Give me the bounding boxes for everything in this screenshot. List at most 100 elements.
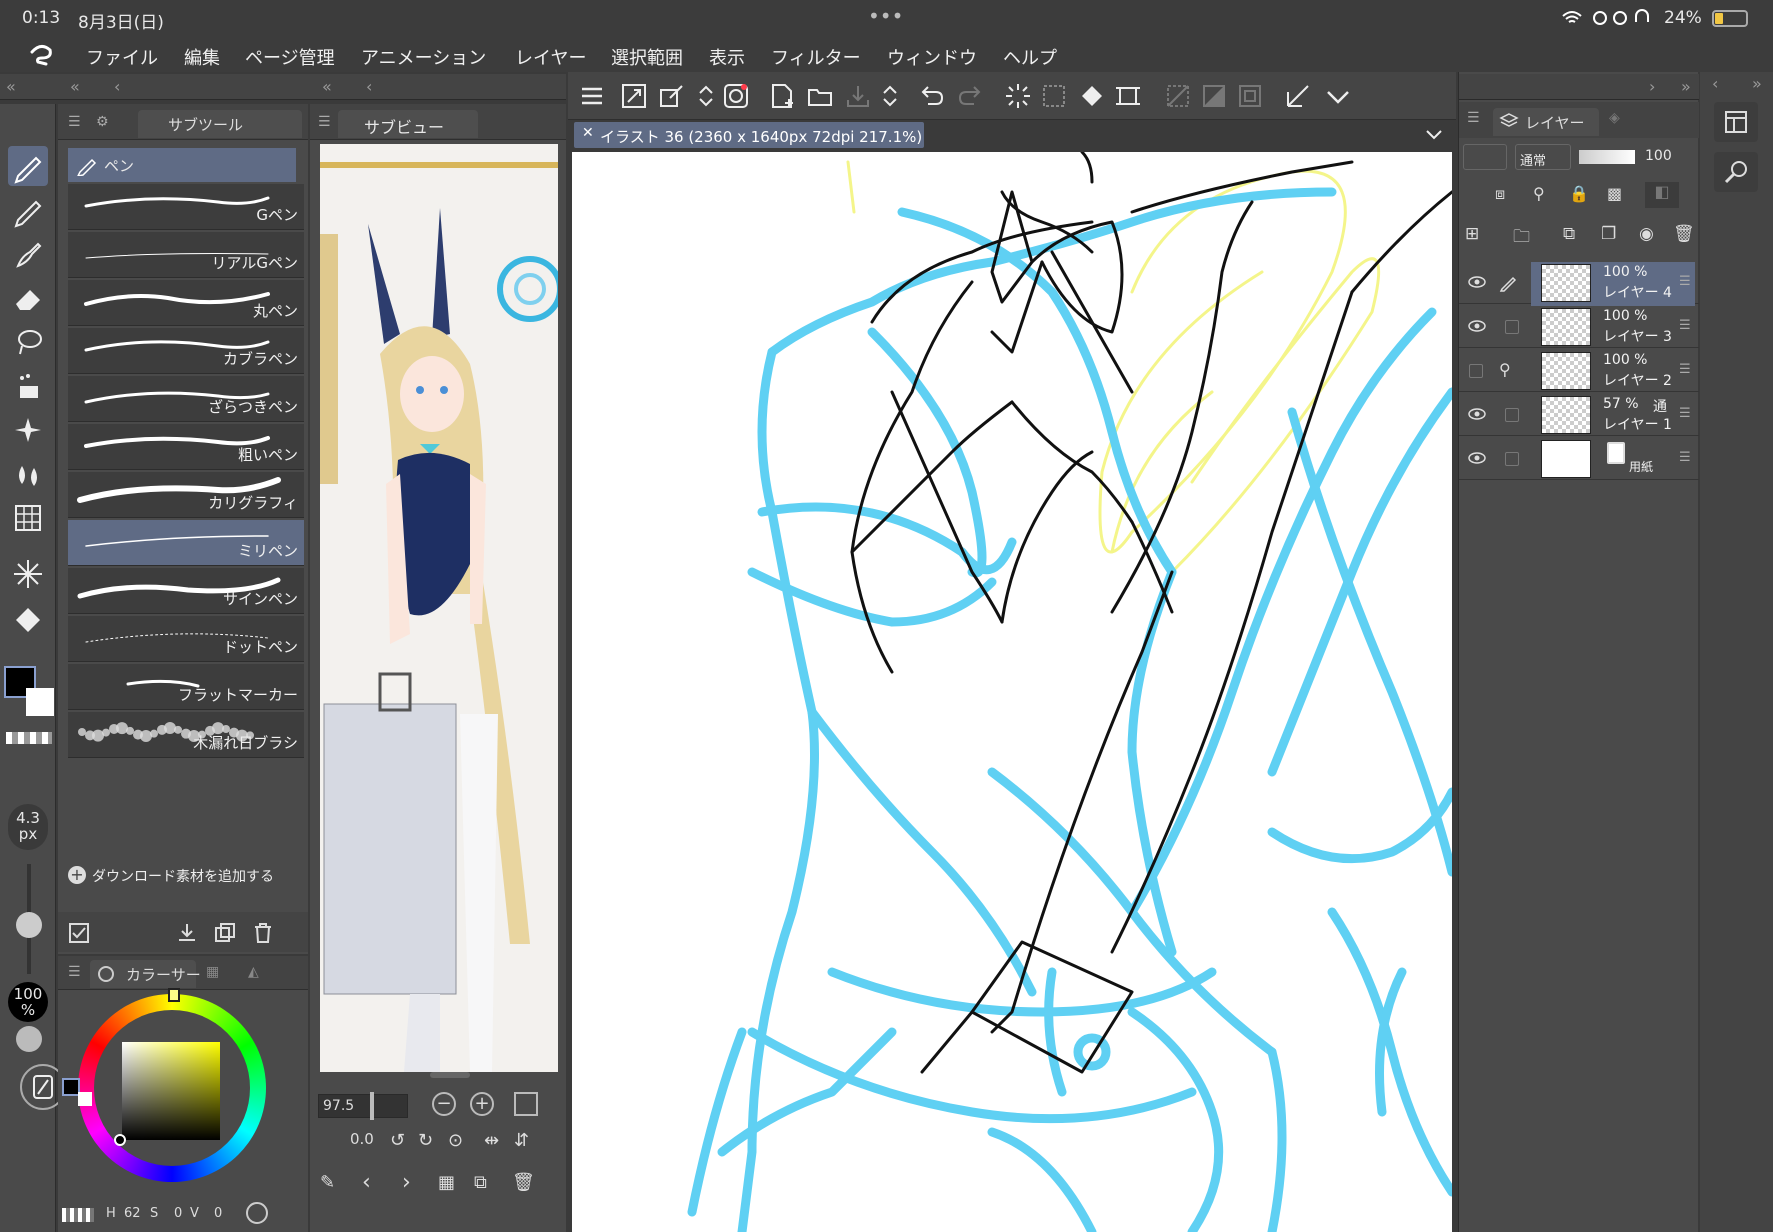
- layer-row[interactable]: 用紙 ☰: [1459, 436, 1699, 480]
- fit-canvas-icon[interactable]: [620, 82, 648, 110]
- crop-icon[interactable]: [1114, 82, 1142, 110]
- color-picker-marker[interactable]: [114, 1134, 126, 1146]
- layer-drag-handle-icon[interactable]: ☰: [1679, 274, 1691, 289]
- eye-icon[interactable]: [1467, 272, 1487, 292]
- zoom-input[interactable]: 97.5: [318, 1094, 408, 1118]
- menu-selection[interactable]: 選択範囲: [611, 44, 683, 70]
- visibility-toggle[interactable]: [1469, 364, 1483, 378]
- menu-icon[interactable]: [578, 82, 606, 110]
- panel-menu-icon[interactable]: ☰: [68, 114, 81, 130]
- document-tab[interactable]: ✕ イラスト 36 (2360 x 1640px 72dpi 217.1%): [574, 122, 924, 148]
- clip-layer-icon[interactable]: ⧈: [1495, 184, 1505, 204]
- edit-target-checkbox[interactable]: [1505, 320, 1519, 334]
- opacity-slider-thumb[interactable]: [16, 1026, 42, 1052]
- import-icon[interactable]: [176, 922, 198, 944]
- layer-color-dropdown[interactable]: [1463, 144, 1507, 170]
- sparkle-tool[interactable]: [8, 410, 48, 450]
- flip-horizontal-icon[interactable]: ⇹: [484, 1130, 499, 1151]
- reference-image[interactable]: [320, 144, 558, 1072]
- save-icon[interactable]: [844, 82, 872, 110]
- search-icon[interactable]: [1714, 152, 1758, 192]
- layer-row[interactable]: ⚲ 100 % レイヤー 2 ☰: [1459, 348, 1699, 392]
- menu-page[interactable]: ページ管理: [245, 44, 335, 70]
- sub-color-chip[interactable]: [78, 1092, 92, 1106]
- multitask-dots[interactable]: •••: [868, 4, 903, 28]
- collapse-right-icon[interactable]: »: [1681, 77, 1691, 96]
- menu-filter[interactable]: フィルター: [771, 44, 861, 70]
- eye-icon[interactable]: [1467, 316, 1487, 336]
- layer-row[interactable]: 57 % 通レイヤー 1 ☰: [1459, 392, 1699, 436]
- collapse-right-icon[interactable]: »: [1752, 74, 1762, 93]
- chevron-left-icon[interactable]: ‹: [1712, 74, 1718, 93]
- transform-icon[interactable]: [658, 82, 686, 110]
- edit-target-checkbox[interactable]: [1505, 408, 1519, 422]
- saturation-value-square[interactable]: [122, 1042, 220, 1140]
- color-set-tab-icon[interactable]: ◭: [248, 964, 259, 980]
- menu-animation[interactable]: アニメーション: [361, 44, 486, 70]
- blend-tool[interactable]: [8, 454, 48, 494]
- chevron-right-icon[interactable]: ›: [1649, 77, 1655, 96]
- layer-mask-icon[interactable]: ◉: [1639, 224, 1654, 244]
- brush-size-indicator[interactable]: 4.3 px: [8, 804, 48, 850]
- duplicate-layer-icon[interactable]: ❐: [1601, 224, 1616, 244]
- layer-row[interactable]: 100 % レイヤー 4 ☰: [1459, 260, 1699, 306]
- collapse-subtool-icon[interactable]: «: [70, 77, 80, 96]
- rotate-left-icon[interactable]: ↺: [390, 1130, 405, 1151]
- magic-wand-tool[interactable]: [8, 554, 48, 594]
- eraser-tool[interactable]: [8, 278, 48, 318]
- sub-color-swatch[interactable]: [26, 688, 54, 716]
- transparent-chip[interactable]: [62, 1208, 94, 1222]
- merge-down-icon[interactable]: ⧉: [1563, 224, 1575, 244]
- grid-tool[interactable]: [8, 498, 48, 538]
- invert-selection-icon[interactable]: [1200, 82, 1228, 110]
- tool-property-icon[interactable]: ⚙: [96, 114, 109, 130]
- brush-item[interactable]: 木漏れ日ブラシ: [68, 712, 304, 758]
- new-folder-icon[interactable]: 🗀: [1513, 224, 1530, 253]
- layer-opacity-value[interactable]: 100: [1645, 148, 1672, 164]
- fit-view-icon[interactable]: [514, 1092, 538, 1116]
- zoom-out-icon[interactable]: −: [432, 1092, 456, 1116]
- pen-tool[interactable]: [8, 146, 48, 186]
- lock-icon[interactable]: 🔒: [1569, 184, 1589, 203]
- stepper-icon[interactable]: [692, 82, 720, 110]
- opacity-indicator[interactable]: 100 %: [8, 982, 48, 1022]
- chevron-left-icon[interactable]: ‹: [362, 1170, 371, 1195]
- lock-transparency-icon[interactable]: ▩: [1607, 184, 1622, 203]
- menu-view[interactable]: 表示: [709, 44, 745, 70]
- menu-help[interactable]: ヘルプ: [1003, 44, 1057, 70]
- zoom-in-icon[interactable]: +: [470, 1092, 494, 1116]
- tab-list-chevron-icon[interactable]: [1424, 124, 1444, 144]
- add-download-material[interactable]: + ダウンロード素材を追加する: [68, 860, 296, 890]
- paint-bucket-tool[interactable]: [8, 598, 48, 638]
- fill-bucket-tool[interactable]: [8, 366, 48, 406]
- reference-layer-icon[interactable]: ⚲: [1533, 184, 1545, 203]
- fill-icon[interactable]: [1078, 82, 1106, 110]
- chevron-left-icon[interactable]: ‹: [114, 77, 120, 96]
- drawing-canvas[interactable]: [572, 152, 1452, 1232]
- eyedropper-icon[interactable]: ✎: [320, 1172, 335, 1193]
- checklist-icon[interactable]: [68, 922, 90, 944]
- blend-mode-dropdown[interactable]: 通常: [1515, 144, 1571, 170]
- collapse-left-icon[interactable]: «: [6, 77, 16, 96]
- layer-drag-handle-icon[interactable]: ☰: [1679, 450, 1691, 465]
- menu-edit[interactable]: 編集: [184, 44, 220, 70]
- navigator-icon[interactable]: [1714, 102, 1758, 142]
- deselect-icon[interactable]: [1164, 82, 1192, 110]
- image-list-icon[interactable]: ▦: [438, 1172, 455, 1193]
- trash-icon[interactable]: [252, 922, 274, 944]
- brush-tool[interactable]: [8, 234, 48, 274]
- trash-icon[interactable]: 🗑: [512, 1172, 535, 1193]
- ruler-snap-icon[interactable]: [1284, 82, 1312, 110]
- zoom-slider-thumb[interactable]: [370, 1092, 374, 1120]
- transparent-color-swatch[interactable]: [6, 732, 52, 744]
- loading-select-icon[interactable]: [1004, 82, 1032, 110]
- rotate-right-icon[interactable]: ↻: [418, 1130, 433, 1151]
- color-slider-tab-icon[interactable]: ▦: [206, 964, 219, 980]
- selection-border-icon[interactable]: [1236, 82, 1264, 110]
- redo-icon[interactable]: [956, 82, 984, 110]
- reset-rotation-icon[interactable]: ⊙: [448, 1130, 463, 1151]
- subview-scrollbar[interactable]: [430, 1072, 470, 1078]
- import-image-icon[interactable]: ⧉: [474, 1172, 487, 1193]
- chevron-down-icon[interactable]: [1324, 82, 1352, 110]
- app-logo-icon[interactable]: [26, 42, 56, 68]
